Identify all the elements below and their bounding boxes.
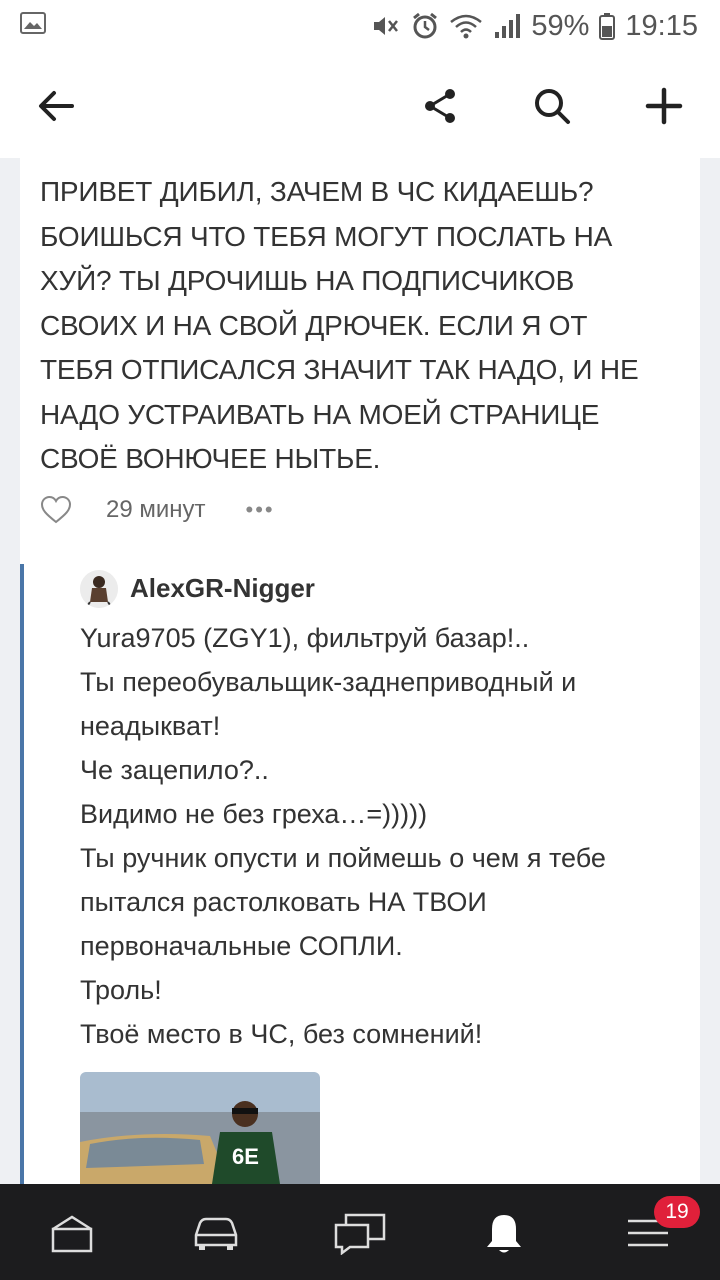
post-line: БОИШЬСЯ ЧТО ТЕБЯ МОГУТ ПОСЛАТЬ НА xyxy=(40,220,613,252)
post-line: СВОЁ ВОНЮЧЕЕ НЫТЬЕ. xyxy=(40,443,381,474)
messages-icon xyxy=(334,1213,386,1255)
reply-line: Yura9705 (ZGY1), фильтруй базар!.. xyxy=(80,623,530,653)
tab-home[interactable] xyxy=(44,1208,100,1258)
reply-author[interactable]: AlexGR-Nigger xyxy=(130,570,315,606)
post-time: 29 минут xyxy=(106,496,206,523)
clock: 19:15 xyxy=(625,9,698,42)
top-toolbar xyxy=(0,52,720,158)
back-button[interactable] xyxy=(28,78,84,134)
battery-percent: 59% xyxy=(531,9,590,42)
reply-line: Ты переобувальщик-заднеприводный и xyxy=(80,667,577,697)
reply-indicator-bar xyxy=(20,564,24,1184)
bell-icon xyxy=(487,1215,521,1253)
mute-icon xyxy=(374,17,399,35)
alarm-icon xyxy=(413,12,438,39)
post-line: ТЕБЯ ОТПИСАЛСЯ ЗНАЧИТ ТАК НАДО, И НЕ xyxy=(40,354,639,385)
photo-image: 6E xyxy=(80,1072,320,1184)
post-line: СВОИХ И НА СВОЙ ДРЮЧЕК. ЕСЛИ Я ОТ xyxy=(40,309,588,341)
tab-messages[interactable] xyxy=(332,1208,388,1258)
status-icons: 59% 19:15 xyxy=(371,8,698,44)
post-meta: 29 минут ••• xyxy=(40,490,275,530)
tab-garage[interactable] xyxy=(188,1208,244,1258)
share-icon xyxy=(425,89,455,123)
status-bar: 59% 19:15 xyxy=(0,0,720,52)
reply-line: первоначальные СОПЛИ. xyxy=(80,931,403,961)
avatar-image xyxy=(80,570,118,608)
post-card: ПРИВЕТ ДИБИЛ, ЗАЧЕМ В ЧС КИДАЕШЬ? БОИШЬС… xyxy=(20,158,700,1184)
more-options-button[interactable]: ••• xyxy=(246,497,275,523)
post-text: ПРИВЕТ ДИБИЛ, ЗАЧЕМ В ЧС КИДАЕШЬ? БОИШЬС… xyxy=(40,170,680,482)
reply-line: Че зацепило?.. xyxy=(80,755,269,785)
signal-icon xyxy=(495,14,521,38)
home-icon xyxy=(51,1215,93,1253)
tab-notifications[interactable] xyxy=(476,1208,532,1258)
reply-comment: AlexGR-Nigger Yura9705 (ZGY1), фильтруй … xyxy=(20,564,700,1184)
reply-line: Ты ручник опусти и поймешь о чем я тебе xyxy=(80,843,606,873)
image-notification-icon xyxy=(20,12,46,34)
add-button[interactable] xyxy=(636,78,692,134)
like-heart-icon[interactable] xyxy=(40,495,72,525)
reply-line: Троль! xyxy=(80,975,162,1005)
avatar[interactable] xyxy=(80,570,118,608)
share-button[interactable] xyxy=(412,78,468,134)
attached-photo[interactable]: 6E xyxy=(80,1072,320,1184)
plus-icon xyxy=(645,87,683,125)
reply-line: Твоё место в ЧС, без сомнений! xyxy=(80,1019,483,1049)
post-line: ХУЙ? ТЫ ДРОЧИШЬ НА ПОДПИСЧИКОВ xyxy=(40,265,575,296)
back-arrow-icon xyxy=(39,91,74,121)
car-icon xyxy=(194,1217,238,1250)
search-icon xyxy=(535,89,570,124)
notification-count-badge: 19 xyxy=(654,1196,700,1228)
post-line: НАДО УСТРАИВАТЬ НА МОЕЙ СТРАНИЦЕ xyxy=(40,398,600,430)
search-button[interactable] xyxy=(524,78,580,134)
post-line: ПРИВЕТ ДИБИЛ, ЗАЧЕМ В ЧС КИДАЕШЬ? xyxy=(40,176,594,207)
reply-line: пытался растолковать НА ТВОИ xyxy=(80,887,487,917)
reply-line: неадыкват! xyxy=(80,711,221,741)
battery-icon xyxy=(599,13,616,40)
svg-text:6E: 6E xyxy=(232,1144,259,1169)
reply-text: Yura9705 (ZGY1), фильтруй базар!.. Ты пе… xyxy=(80,616,680,1056)
reply-line: Видимо не без греха…=))))) xyxy=(80,799,428,829)
bottom-tab-bar xyxy=(0,1184,720,1280)
wifi-icon xyxy=(450,14,483,39)
